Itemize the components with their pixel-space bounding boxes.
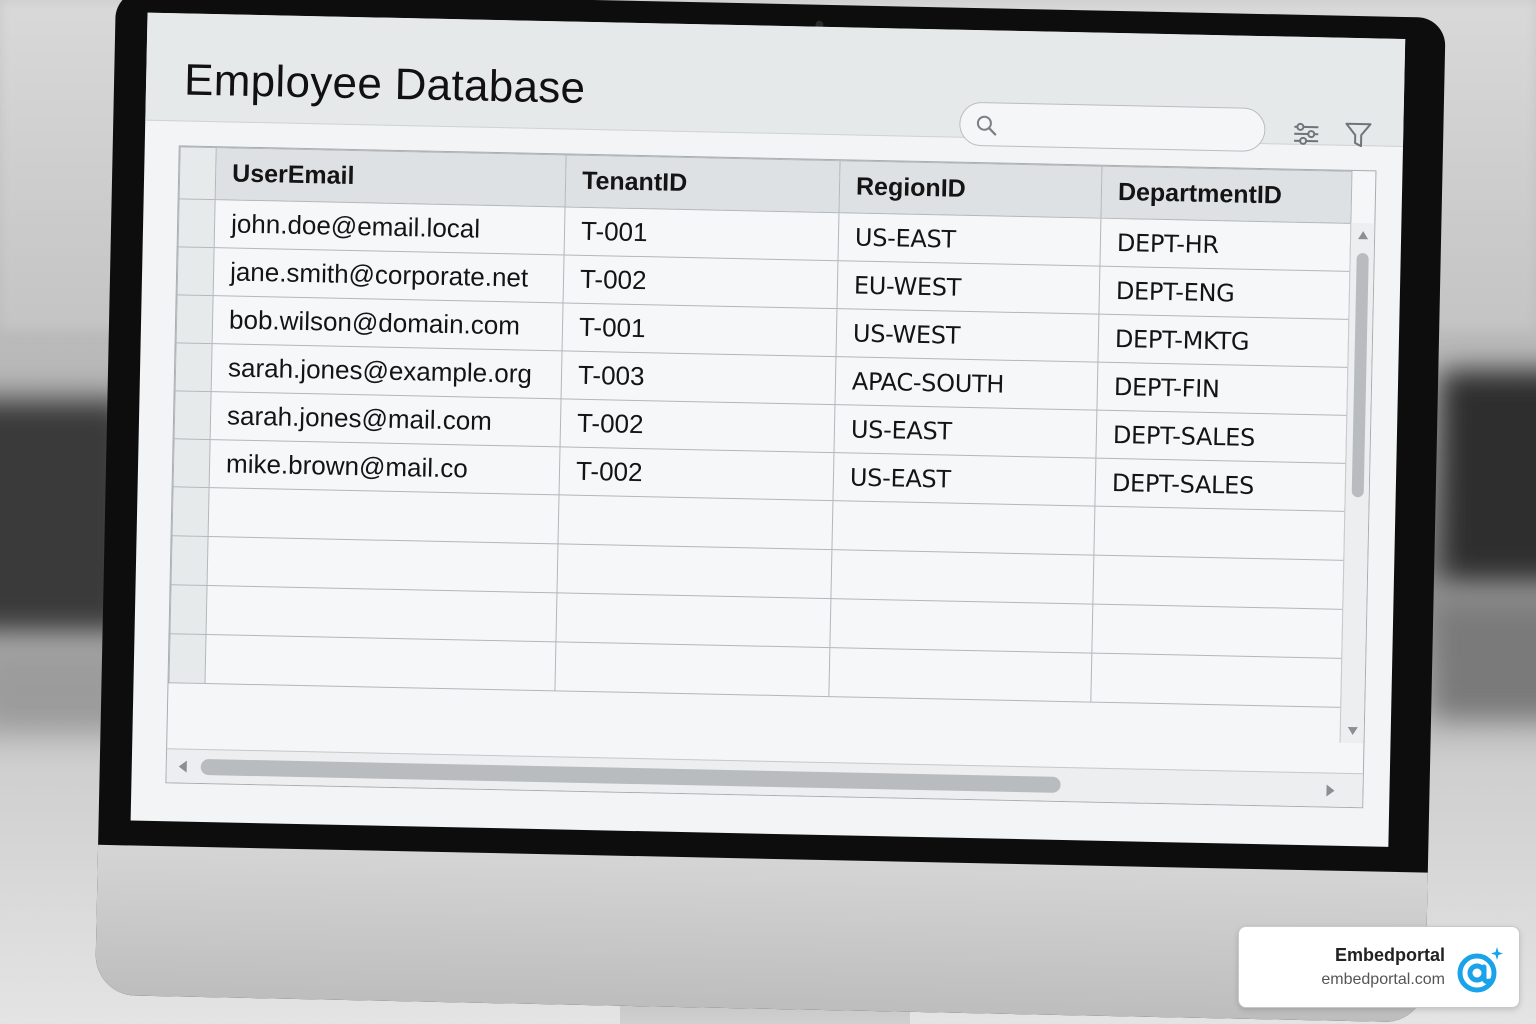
- row-selector[interactable]: [175, 342, 213, 392]
- empty-cell[interactable]: [1092, 555, 1344, 610]
- row-selector[interactable]: [170, 584, 208, 635]
- cell-tenantid[interactable]: T-001: [564, 206, 839, 261]
- column-header-departmentid[interactable]: DepartmentID: [1100, 166, 1352, 224]
- empty-cell[interactable]: [1090, 653, 1342, 708]
- page-title: Employee Database: [183, 55, 586, 113]
- empty-cell[interactable]: [555, 592, 831, 648]
- empty-cell[interactable]: [556, 543, 832, 599]
- vertical-scroll-thumb[interactable]: [1351, 253, 1369, 498]
- cell-useremail[interactable]: bob.wilson@domain.com: [212, 295, 564, 351]
- at-sign-icon: [1457, 947, 1503, 993]
- column-header-tenantid[interactable]: TenantID: [565, 154, 841, 213]
- empty-cell[interactable]: [554, 641, 830, 697]
- cell-tenantid[interactable]: T-002: [559, 446, 834, 501]
- header-bar: Employee Database: [145, 12, 1406, 153]
- empty-cell[interactable]: [828, 647, 1092, 703]
- search-input[interactable]: [1008, 111, 1249, 145]
- row-selector[interactable]: [172, 486, 210, 537]
- background-monitor-right: [1440, 370, 1536, 580]
- row-selector[interactable]: [171, 535, 209, 586]
- empty-cell[interactable]: [831, 500, 1095, 556]
- search-icon: [976, 115, 997, 136]
- empty-cell[interactable]: [204, 634, 556, 691]
- empty-cell[interactable]: [206, 585, 557, 642]
- watermark-url: embedportal.com: [1321, 971, 1445, 988]
- horizontal-scrollbar[interactable]: [166, 748, 1363, 808]
- app-screen: Employee Database UserEmail TenantID Reg…: [130, 12, 1406, 847]
- watermark-name: Embedportal: [1334, 945, 1445, 965]
- horizontal-scroll-thumb[interactable]: [200, 758, 1061, 793]
- empty-cell[interactable]: [829, 598, 1093, 654]
- cell-regionid[interactable]: US-EAST: [837, 212, 1101, 267]
- cell-departmentid[interactable]: DEPT-FIN: [1096, 362, 1348, 416]
- row-selector[interactable]: [174, 390, 212, 440]
- empty-cell[interactable]: [1093, 506, 1345, 561]
- cell-regionid[interactable]: EU-WEST: [836, 260, 1100, 315]
- empty-cell[interactable]: [830, 549, 1094, 605]
- scroll-right-icon[interactable]: [1326, 784, 1335, 797]
- empty-cell[interactable]: [207, 536, 558, 593]
- cell-tenantid[interactable]: T-003: [561, 350, 836, 405]
- cell-useremail[interactable]: sarah.jones@example.org: [211, 343, 563, 399]
- cell-departmentid[interactable]: DEPT-ENG: [1098, 266, 1350, 320]
- row-selector[interactable]: [173, 438, 211, 488]
- filter-icon[interactable]: [1343, 120, 1374, 151]
- empty-cell[interactable]: [1091, 604, 1343, 659]
- background-desk-right: [1430, 600, 1536, 720]
- cell-departmentid[interactable]: DEPT-MKTG: [1097, 314, 1349, 368]
- cell-useremail[interactable]: jane.smith@corporate.net: [213, 247, 565, 303]
- cell-useremail[interactable]: john.doe@email.local: [214, 199, 566, 255]
- monitor: Employee Database UserEmail TenantID Reg…: [94, 0, 1446, 1023]
- row-selector[interactable]: [177, 246, 215, 296]
- data-grid: UserEmail TenantID RegionID DepartmentID…: [165, 145, 1377, 809]
- sliders-icon[interactable]: [1291, 119, 1322, 150]
- cell-departmentid[interactable]: DEPT-HR: [1099, 218, 1351, 272]
- cell-tenantid[interactable]: T-002: [560, 398, 835, 453]
- row-selector[interactable]: [169, 633, 207, 684]
- row-selector[interactable]: [176, 294, 214, 344]
- cell-departmentid[interactable]: DEPT-SALES: [1094, 458, 1346, 512]
- empty-cell[interactable]: [208, 487, 560, 544]
- column-header-useremail[interactable]: UserEmail: [215, 147, 567, 207]
- scroll-left-icon[interactable]: [178, 760, 187, 773]
- monitor-chin: [94, 844, 1428, 1023]
- cell-tenantid[interactable]: T-002: [563, 254, 838, 309]
- cell-departmentid[interactable]: DEPT-SALES: [1095, 410, 1347, 464]
- cell-regionid[interactable]: US-WEST: [835, 308, 1099, 363]
- column-header-regionid[interactable]: RegionID: [838, 160, 1103, 219]
- row-selector[interactable]: [178, 198, 216, 248]
- empty-cell[interactable]: [557, 494, 833, 550]
- cell-regionid[interactable]: US-EAST: [833, 404, 1097, 459]
- search-box[interactable]: [958, 101, 1266, 153]
- cell-useremail[interactable]: sarah.jones@mail.com: [210, 391, 562, 447]
- row-header-corner[interactable]: [179, 146, 217, 200]
- employee-table: UserEmail TenantID RegionID DepartmentID…: [168, 146, 1352, 708]
- watermark-badge: Embedportal embedportal.com: [1238, 926, 1520, 1008]
- scroll-up-icon[interactable]: [1358, 231, 1369, 240]
- cell-tenantid[interactable]: T-001: [562, 302, 837, 357]
- cell-regionid[interactable]: APAC-SOUTH: [834, 356, 1098, 411]
- cell-regionid[interactable]: US-EAST: [832, 452, 1096, 507]
- scroll-down-icon[interactable]: [1347, 726, 1358, 736]
- cell-useremail[interactable]: mike.brown@mail.co: [209, 439, 561, 495]
